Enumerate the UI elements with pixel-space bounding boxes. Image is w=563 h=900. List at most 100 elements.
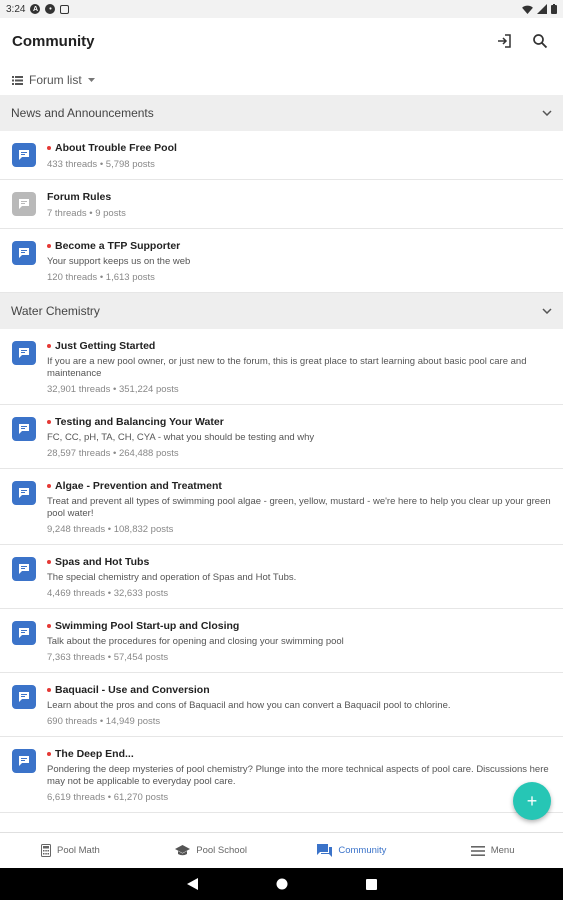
unread-dot xyxy=(47,344,51,348)
forum-title: Testing and Balancing Your Water xyxy=(55,416,224,428)
unread-dot xyxy=(47,688,51,692)
forum-chat-icon xyxy=(12,685,36,709)
school-icon xyxy=(175,845,191,856)
dropdown-arrow-icon xyxy=(87,78,95,82)
nav-community[interactable]: Community xyxy=(282,833,423,868)
forum-description: Treat and prevent all types of swimming … xyxy=(47,496,551,519)
notification-square-icon xyxy=(60,4,70,14)
section-title: Water Chemistry xyxy=(11,304,100,318)
forum-chat-icon xyxy=(12,241,36,265)
forum-chat-icon xyxy=(12,481,36,505)
forum-stats: 433 threads • 5,798 posts xyxy=(47,159,155,170)
forum-description: FC, CC, pH, TA, CH, CYA - what you shoul… xyxy=(47,432,315,443)
forum-chat-icon xyxy=(12,749,36,773)
section-header-water-chemistry[interactable]: Water Chemistry xyxy=(0,293,563,329)
forum-stats: 32,901 threads • 351,224 posts xyxy=(47,384,179,395)
system-navigation-bar xyxy=(0,868,563,900)
forum-item[interactable]: The Deep End... Pondering the deep myste… xyxy=(0,737,563,813)
calculator-icon xyxy=(40,844,51,857)
forum-stats: 7 threads • 9 posts xyxy=(47,208,126,219)
forum-chat-icon xyxy=(12,143,36,167)
forum-title: Spas and Hot Tubs xyxy=(55,556,150,568)
forum-chat-icon xyxy=(12,192,36,216)
forum-stats: 120 threads • 1,613 posts xyxy=(47,272,155,283)
menu-icon xyxy=(470,845,485,856)
unread-dot xyxy=(47,146,51,150)
forum-item[interactable]: Swimming Pool Start-up and Closing Talk … xyxy=(0,609,563,673)
unread-dot xyxy=(47,420,51,424)
status-bar: 3:24 A • xyxy=(0,0,563,18)
forum-item[interactable]: Forum Rules 7 threads • 9 posts xyxy=(0,180,563,229)
nav-pool-math[interactable]: Pool Math xyxy=(0,833,141,868)
forum-title: Forum Rules xyxy=(47,191,112,203)
forum-icon xyxy=(317,844,333,857)
forum-title: About Trouble Free Pool xyxy=(55,142,177,154)
section-title: News and Announcements xyxy=(11,106,154,120)
forum-title: Algae - Prevention and Treatment xyxy=(55,480,222,492)
battery-icon xyxy=(551,4,557,14)
unread-dot xyxy=(47,560,51,564)
back-icon[interactable] xyxy=(186,878,198,890)
signal-icon xyxy=(537,4,547,14)
nav-label: Community xyxy=(338,845,387,856)
forum-chat-icon xyxy=(12,341,36,365)
forum-chat-icon xyxy=(12,621,36,645)
page-title: Community xyxy=(12,32,95,50)
forum-item[interactable]: Baquacil - Use and Conversion Learn abou… xyxy=(0,673,563,737)
app-bar: Community xyxy=(0,18,563,64)
forum-item[interactable]: Testing and Balancing Your Water FC, CC,… xyxy=(0,405,563,469)
status-time: 3:24 xyxy=(6,3,26,15)
home-icon[interactable] xyxy=(276,878,288,890)
notification-a-icon: A xyxy=(30,4,41,14)
forum-title: Just Getting Started xyxy=(55,340,156,352)
forum-description: Learn about the pros and cons of Baquaci… xyxy=(47,700,451,711)
forum-item[interactable]: About Trouble Free Pool 433 threads • 5,… xyxy=(0,131,563,180)
forum-stats: 4,469 threads • 32,633 posts xyxy=(47,588,169,599)
list-icon xyxy=(12,75,23,85)
nav-label: Menu xyxy=(490,845,515,856)
unread-dot xyxy=(47,624,51,628)
plus-icon: + xyxy=(526,790,538,811)
forum-stats: 9,248 threads • 108,832 posts xyxy=(47,524,174,535)
forum-stats: 6,619 threads • 61,270 posts xyxy=(47,792,169,803)
search-button[interactable] xyxy=(529,30,551,52)
chevron-down-icon xyxy=(542,110,552,116)
forum-title: Baquacil - Use and Conversion xyxy=(55,684,210,696)
forum-stats: 28,597 threads • 264,488 posts xyxy=(47,448,179,459)
unread-dot xyxy=(47,484,51,488)
section-header-news[interactable]: News and Announcements xyxy=(0,95,563,131)
nav-label: Pool School xyxy=(196,845,247,856)
unread-dot xyxy=(47,244,51,248)
search-icon xyxy=(533,34,548,49)
forum-list-label: Forum list xyxy=(29,73,82,87)
forum-item[interactable]: Spas and Hot Tubs The special chemistry … xyxy=(0,545,563,609)
forum-description: If you are a new pool owner, or just new… xyxy=(47,356,527,379)
forum-stats: 7,363 threads • 57,454 posts xyxy=(47,652,169,663)
forum-stats: 690 threads • 14,949 posts xyxy=(47,716,161,727)
forum-description: Pondering the deep mysteries of pool che… xyxy=(47,764,549,787)
forum-item[interactable]: Just Getting Started If you are a new po… xyxy=(0,329,563,405)
forum-item[interactable]: Algae - Prevention and Treatment Treat a… xyxy=(0,469,563,545)
forum-title: Swimming Pool Start-up and Closing xyxy=(55,620,240,632)
forum-item[interactable]: Become a TFP Supporter Your support keep… xyxy=(0,229,563,293)
forum-list-dropdown[interactable]: Forum list xyxy=(12,68,95,92)
login-button[interactable] xyxy=(493,30,515,52)
forum-chat-icon xyxy=(12,557,36,581)
nav-pool-school[interactable]: Pool School xyxy=(141,833,282,868)
forum-list[interactable]: News and Announcements About Trouble Fre… xyxy=(0,95,563,832)
bottom-navigation: Pool Math Pool School Community Menu xyxy=(0,832,563,868)
recents-icon[interactable] xyxy=(365,878,377,890)
chat-notification-icon: • xyxy=(45,4,56,14)
login-icon xyxy=(498,34,511,48)
forum-chat-icon xyxy=(12,417,36,441)
forum-title: Become a TFP Supporter xyxy=(55,240,181,252)
nav-menu[interactable]: Menu xyxy=(422,833,563,868)
chevron-down-icon xyxy=(542,308,552,314)
forum-description: Your support keeps us on the web xyxy=(47,256,191,267)
forum-title: The Deep End... xyxy=(55,748,134,760)
new-post-fab-button[interactable]: + xyxy=(513,782,551,820)
nav-label: Pool Math xyxy=(56,845,100,856)
forum-description: The special chemistry and operation of S… xyxy=(47,572,297,583)
forum-description: Talk about the procedures for opening an… xyxy=(47,636,344,647)
unread-dot xyxy=(47,752,51,756)
